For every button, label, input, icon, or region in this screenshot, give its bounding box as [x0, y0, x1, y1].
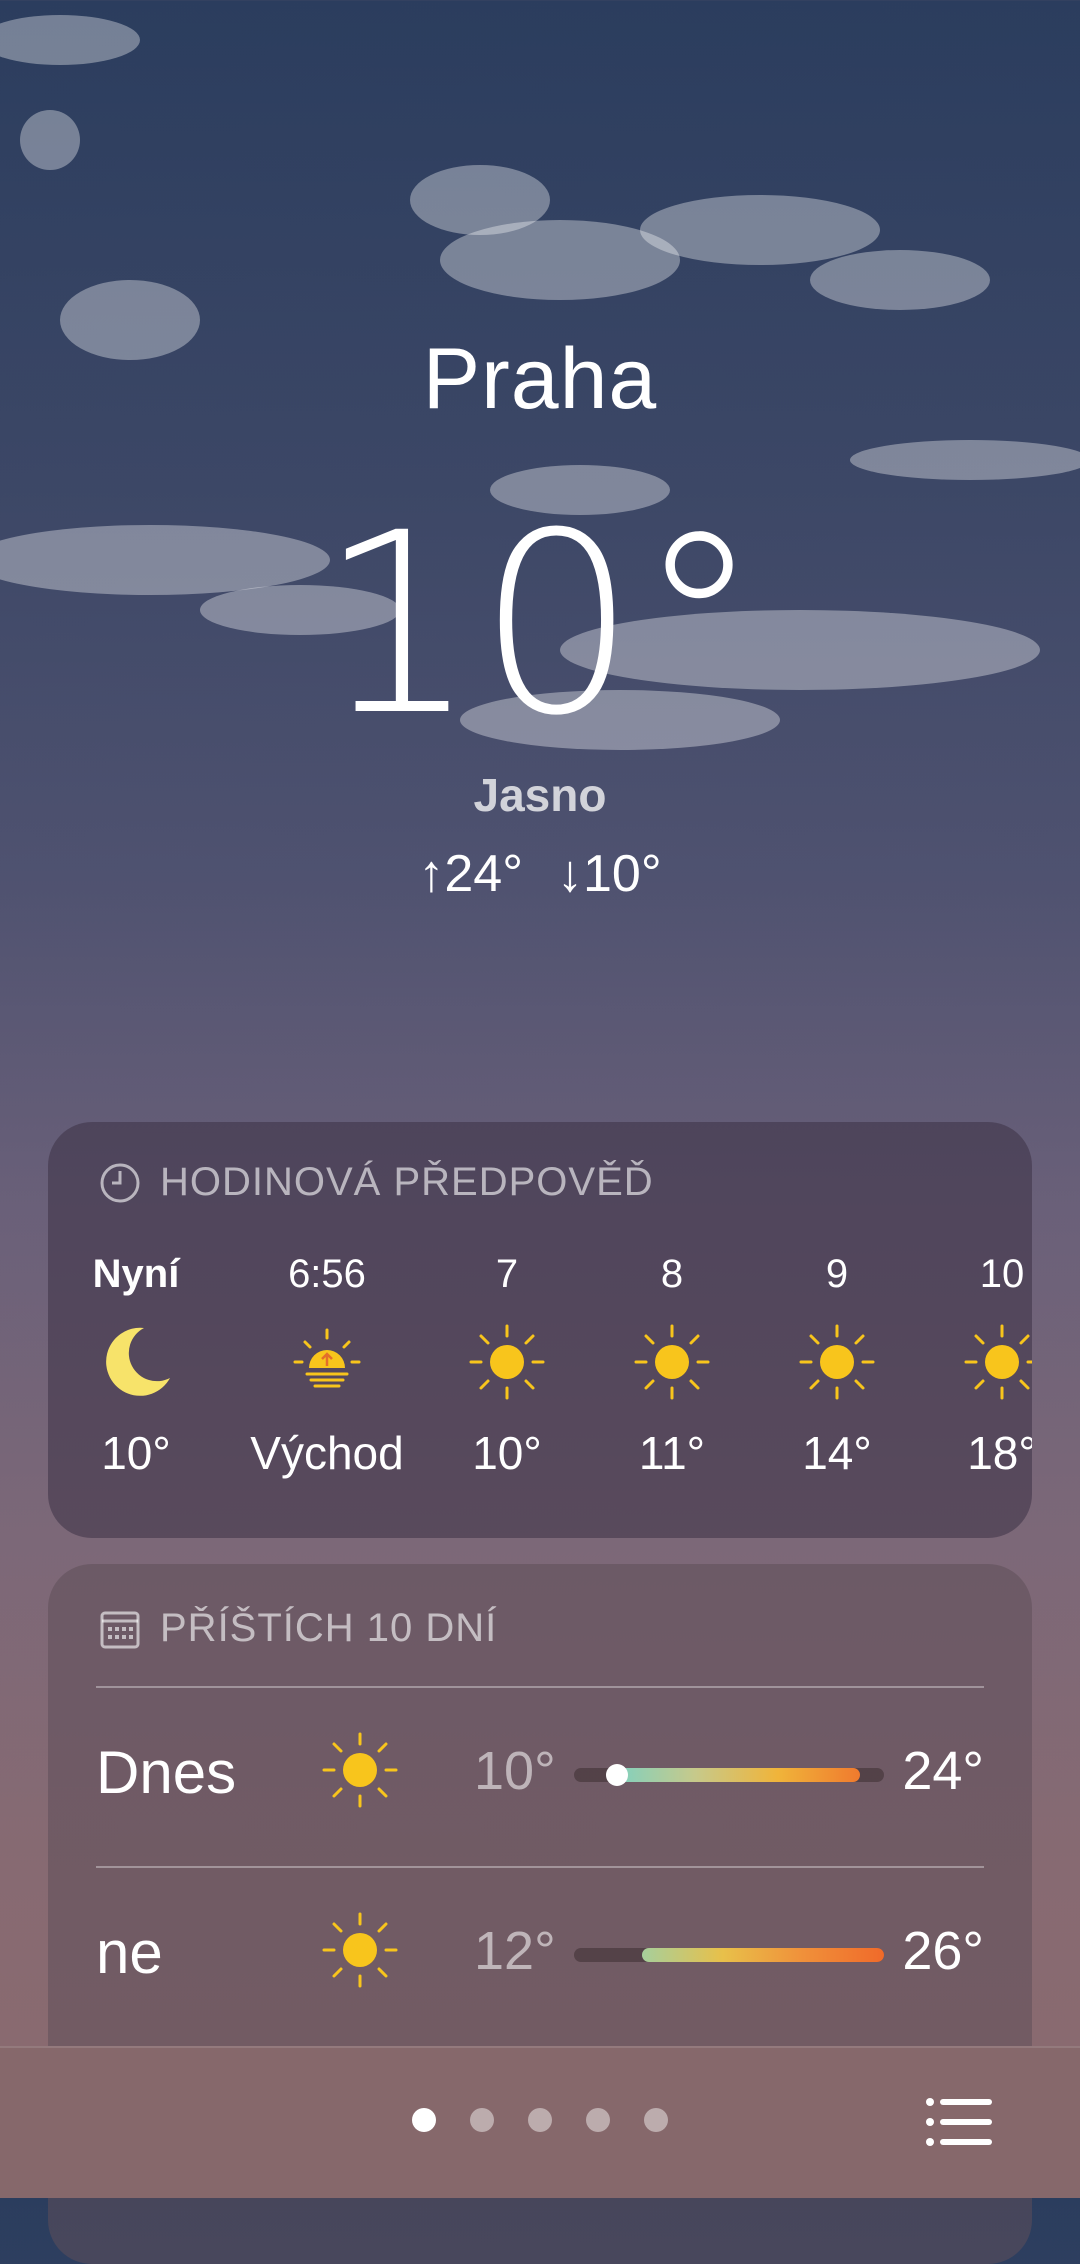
hourly-list[interactable]: Nyní 10° 6:56 Východ 7 10° 8 11° 9 14° 1…: [48, 1252, 1032, 1522]
sunrise-icon: [293, 1328, 361, 1388]
hour-temperature: 10°: [101, 1427, 171, 1479]
hour-temperature: Východ: [250, 1427, 404, 1479]
hour-time: Nyní: [92, 1252, 180, 1296]
day-name: Dnes: [96, 1739, 237, 1806]
hour-item: 10 18°: [922, 1252, 1032, 1480]
day-low: 10°: [474, 1741, 556, 1801]
bottom-bar: [0, 2046, 1080, 2198]
list-menu-icon[interactable]: [924, 2096, 994, 2148]
hour-time: 9: [825, 1252, 849, 1296]
page-dot[interactable]: [586, 2108, 610, 2132]
high-low-temperature: ↑24° ↓10°: [0, 844, 1080, 904]
sun-icon: [469, 1324, 545, 1400]
sun-icon: [634, 1324, 710, 1400]
current-temperature-dot: [606, 1764, 628, 1786]
clock-icon: [100, 1163, 140, 1202]
daily-forecast-title: PŘÍŠTÍCH 10 DNÍ: [160, 1606, 498, 1650]
hourly-forecast-title: HODINOVÁ PŘEDPOVĚĎ: [160, 1160, 654, 1204]
page-dot[interactable]: [470, 2108, 494, 2132]
hour-temperature: 11°: [638, 1427, 706, 1479]
city-name: Praha: [422, 331, 658, 427]
day-high: 24°: [902, 1741, 984, 1801]
daily-forecast-header: PŘÍŠTÍCH 10 DNÍ: [98, 1606, 497, 1651]
hourly-forecast-card[interactable]: HODINOVÁ PŘEDPOVĚĎ Nyní 10° 6:56 Východ …: [48, 1122, 1032, 1538]
current-temperature: 10°: [318, 479, 762, 770]
hour-time: 10: [979, 1252, 1025, 1296]
sun-icon: [799, 1324, 875, 1400]
day-low: 12°: [474, 1921, 556, 1981]
day-name: ne: [96, 1919, 163, 1986]
hourly-forecast-header: HODINOVÁ PŘEDPOVĚĎ: [98, 1160, 654, 1205]
hour-item: Nyní 10°: [56, 1252, 216, 1480]
temperature-range-bar: [574, 1948, 884, 1962]
day-row[interactable]: ne 12° 26°: [48, 1868, 1032, 2038]
hour-temperature: 10°: [472, 1427, 542, 1479]
hour-time: 6:56: [288, 1252, 366, 1296]
high-temperature: ↑24°: [418, 845, 523, 903]
hour-item: 9 14°: [757, 1252, 917, 1480]
page-indicator[interactable]: [412, 2108, 668, 2132]
low-temperature: ↓10°: [557, 845, 662, 903]
hour-time: 8: [660, 1252, 684, 1296]
hour-item: 7 10°: [427, 1252, 587, 1480]
sun-icon: [322, 1912, 398, 1988]
hour-time: 7: [495, 1252, 519, 1296]
page-dot[interactable]: [528, 2108, 552, 2132]
day-row[interactable]: Dnes 10° 24°: [48, 1688, 1032, 1858]
temperature-range-bar: [574, 1764, 884, 1786]
day-high: 26°: [902, 1921, 984, 1981]
page-dot[interactable]: [644, 2108, 668, 2132]
calendar-icon: [100, 1611, 140, 1648]
page-dot-active[interactable]: [412, 2108, 436, 2132]
temperature-range-fill: [614, 1768, 860, 1782]
sun-icon: [322, 1732, 398, 1808]
moon-icon: [106, 1327, 170, 1396]
hour-temperature: 14°: [802, 1427, 872, 1479]
weather-condition: Jasno: [473, 769, 607, 821]
hour-item: 6:56 Východ: [227, 1252, 427, 1480]
sun-icon: [964, 1324, 1032, 1400]
temperature-range-fill: [642, 1948, 884, 1962]
hour-item: 8 11°: [592, 1252, 752, 1480]
hour-temperature: 18°: [967, 1427, 1032, 1479]
